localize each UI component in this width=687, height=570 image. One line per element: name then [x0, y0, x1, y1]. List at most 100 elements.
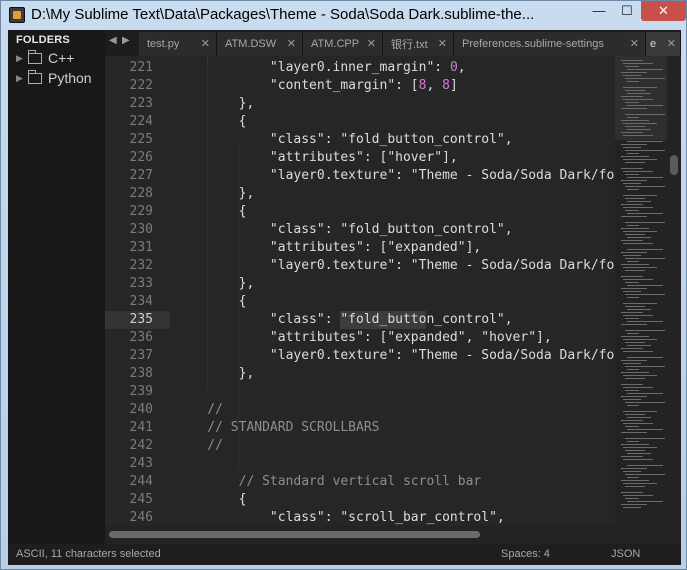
code-line[interactable]: {: [176, 491, 247, 509]
code-line[interactable]: },: [176, 185, 255, 203]
tab-close-icon[interactable]: ✕: [287, 37, 296, 50]
minimap-line: [621, 120, 649, 121]
sublime-app-icon[interactable]: [9, 7, 25, 23]
line-number: 223: [129, 96, 153, 111]
minimap-line: [621, 312, 643, 313]
minimap-line: [627, 393, 663, 394]
minimap-line: [621, 168, 643, 169]
code-line[interactable]: },: [176, 365, 255, 383]
code-line[interactable]: "class": "fold_button_control",: [176, 311, 513, 329]
vertical-scrollbar[interactable]: [667, 56, 681, 526]
minimap-line: [621, 420, 643, 421]
minimap-line: [627, 465, 663, 466]
folder-icon: [28, 49, 42, 64]
minimap-line: [627, 405, 639, 406]
minimap-line: [625, 162, 645, 163]
minimap[interactable]: [615, 56, 667, 526]
tab-close-icon[interactable]: ✕: [438, 37, 447, 50]
code-line[interactable]: // STANDARD SCROLLBARS: [176, 419, 379, 437]
code-line[interactable]: "attributes": ["hover"],: [176, 149, 458, 167]
minimap-line: [625, 306, 645, 307]
status-syntax[interactable]: JSON: [611, 548, 640, 560]
minimap-line: [623, 339, 657, 340]
close-window-button[interactable]: ✕: [641, 1, 686, 21]
tab-close-icon[interactable]: ✕: [630, 37, 639, 50]
minimap-line: [625, 114, 665, 115]
expand-arrow-icon[interactable]: ▶: [16, 53, 26, 64]
code-line[interactable]: {: [176, 113, 247, 131]
status-indentation[interactable]: Spaces: 4: [501, 548, 550, 560]
code-line[interactable]: "class": "fold_button_control",: [176, 221, 513, 239]
minimap-line: [625, 342, 645, 343]
code-line[interactable]: },: [176, 95, 255, 113]
code-line[interactable]: "layer0.texture": "Theme - Soda/Soda Dar…: [176, 167, 615, 185]
code-line[interactable]: "attributes": ["expanded"],: [176, 239, 481, 257]
tab-label: 银行.txt: [391, 39, 428, 51]
code-area[interactable]: "layer0.inner_margin": 0, "content_margi…: [170, 56, 615, 526]
minimap-line: [625, 270, 645, 271]
minimap-line: [623, 447, 657, 448]
minimize-button[interactable]: —: [585, 1, 613, 21]
minimap-line: [625, 102, 639, 103]
minimap-line: [627, 117, 639, 118]
tab-preferences[interactable]: Preferences.sublime-settings ✕: [454, 32, 646, 56]
code-line[interactable]: "class": "scroll_bar_control",: [176, 509, 505, 526]
minimap-line: [623, 243, 653, 244]
tab-label: ATM.DSW: [225, 38, 277, 50]
minimap-line: [625, 294, 665, 295]
expand-arrow-icon[interactable]: ▶: [16, 73, 26, 84]
tab-atm-cpp[interactable]: ATM.CPP ✕: [303, 32, 383, 56]
folder-label: Python: [48, 70, 92, 86]
code-line[interactable]: "layer0.texture": "Theme - Soda/Soda Dar…: [176, 347, 615, 365]
line-number-gutter: 221 222 223 224 225 226 227 228 229 230 231 232 233 2…: [105, 56, 170, 526]
minimap-line: [621, 492, 643, 493]
minimap-line: [623, 63, 653, 64]
minimap-line: [623, 171, 653, 172]
minimap-line: [627, 309, 651, 310]
code-line[interactable]: // Standard vertical scroll bar: [176, 473, 482, 491]
tab-bank-txt[interactable]: 银行.txt ✕: [383, 32, 454, 56]
line-number: 225: [129, 132, 153, 147]
code-line[interactable]: "layer0.texture": "Theme - Soda/Soda Dar…: [176, 257, 615, 275]
tab-close-icon[interactable]: ✕: [201, 37, 210, 50]
minimap-line: [625, 126, 645, 127]
minimap-line: [623, 411, 657, 412]
code-line[interactable]: "content_margin": [8, 8]: [176, 77, 458, 95]
tab-soda-dark-theme[interactable]: e ✕: [646, 32, 681, 56]
code-line[interactable]: "class": "fold_button_control",: [176, 131, 513, 149]
tab-scroll-right-icon[interactable]: ▶: [122, 35, 130, 46]
minimap-line: [627, 93, 651, 94]
title-bar[interactable]: D:\My Sublime Text\Data\Packages\Theme -…: [1, 1, 686, 30]
status-bar: ASCII, 11 characters selected Spaces: 4 …: [8, 544, 681, 565]
tab-atm-dsw[interactable]: ATM.DSW ✕: [217, 32, 303, 56]
minimap-line: [621, 372, 649, 373]
line-number: 221: [129, 60, 153, 75]
minimap-line: [621, 240, 643, 241]
tab-scroll-left-icon[interactable]: ◀: [109, 35, 117, 46]
minimap-line: [623, 123, 657, 124]
code-editor[interactable]: 221 222 223 224 225 226 227 228 229 230 231 232 233 2…: [105, 56, 681, 526]
code-line[interactable]: "attributes": ["expanded", "hover"],: [176, 329, 552, 347]
code-line[interactable]: //: [176, 401, 223, 419]
sidebar-folder-cpp[interactable]: ▶ C++: [16, 48, 74, 68]
code-line[interactable]: {: [176, 203, 247, 221]
code-line[interactable]: //: [176, 437, 223, 455]
code-line[interactable]: },: [176, 275, 255, 293]
code-line[interactable]: {: [176, 293, 247, 311]
sidebar-folder-python[interactable]: ▶ Python: [16, 68, 92, 88]
minimap-line: [621, 60, 643, 61]
tab-close-icon[interactable]: ✕: [667, 37, 676, 50]
line-number: 242: [129, 438, 153, 453]
minimap-line: [627, 441, 639, 442]
minimap-line: [627, 369, 639, 370]
minimap-line: [627, 69, 663, 70]
tab-close-icon[interactable]: ✕: [367, 37, 376, 50]
horizontal-scroll-thumb[interactable]: [109, 531, 480, 538]
tab-test-py[interactable]: test.py ✕: [139, 32, 217, 56]
maximize-button[interactable]: ☐: [613, 1, 641, 21]
minimap-line: [621, 504, 647, 505]
minimap-line: [627, 105, 663, 106]
horizontal-scrollbar[interactable]: [105, 526, 681, 544]
code-line[interactable]: "layer0.inner_margin": 0,: [176, 59, 466, 77]
vertical-scroll-thumb[interactable]: [670, 155, 678, 175]
